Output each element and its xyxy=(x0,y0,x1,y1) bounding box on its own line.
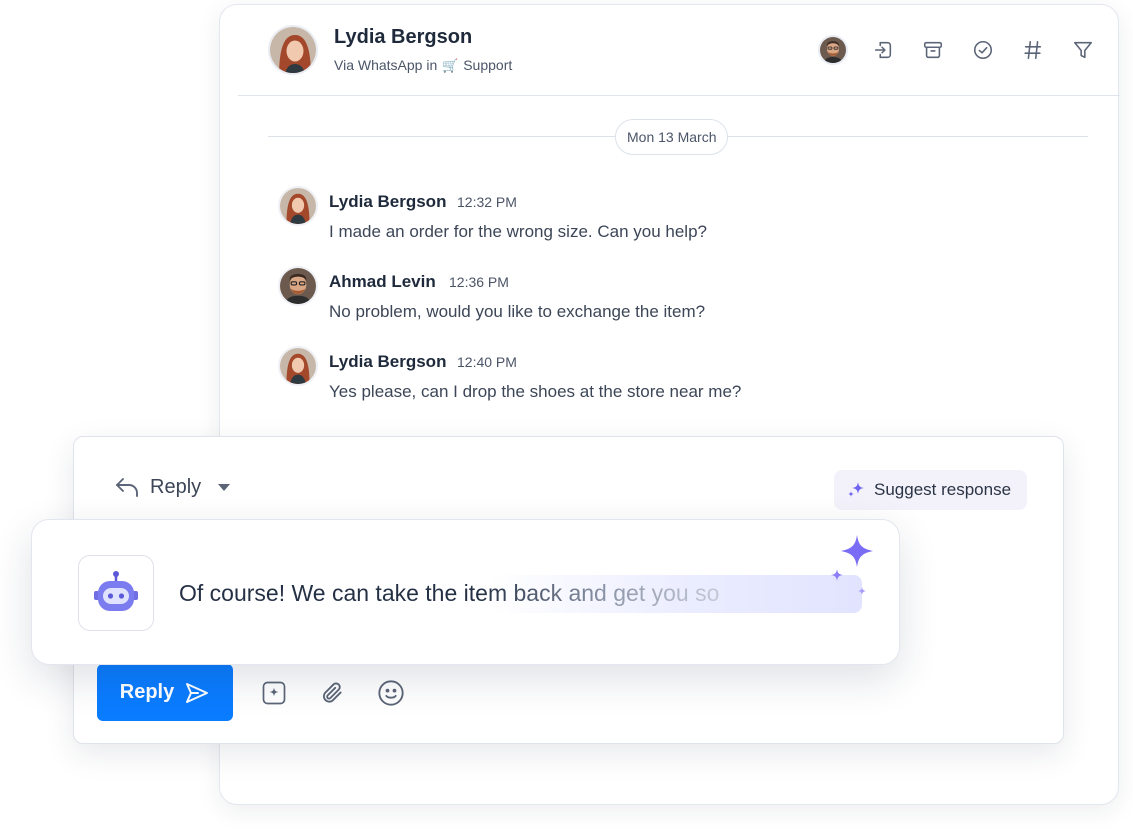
reply-mode-label: Reply xyxy=(150,475,202,498)
message-text: Yes please, can I drop the shoes at the … xyxy=(329,382,742,401)
ai-suggestion-card[interactable]: Of course! We can take the item back and… xyxy=(31,519,900,665)
message-text: No problem, would you like to exchange t… xyxy=(329,302,706,321)
ai-compose-icon[interactable] xyxy=(260,679,288,707)
contact-name: Lydia Bergson xyxy=(334,26,473,48)
stage: Lydia Bergson Via WhatsApp in 🛒 Support xyxy=(0,0,1133,831)
send-reply-button[interactable]: Reply xyxy=(97,664,233,721)
message-time: 12:36 PM xyxy=(449,274,509,290)
chevron-down-icon xyxy=(218,484,231,491)
reply-mode-dropdown[interactable]: Reply xyxy=(114,475,231,499)
sparkle-icon xyxy=(848,482,864,497)
suggest-response-button[interactable]: Suggest response xyxy=(834,470,1028,510)
ai-suggestion-text-area[interactable]: Of course! We can take the item back and… xyxy=(179,575,862,615)
filter-icon[interactable] xyxy=(1068,35,1098,65)
tag-icon[interactable] xyxy=(1018,35,1048,65)
message-author: Lydia Bergson xyxy=(329,352,447,371)
message-item: Lydia Bergson 12:40 PM Yes please, can I… xyxy=(278,346,978,406)
sparkle-icon xyxy=(831,535,873,595)
message-time: 12:32 PM xyxy=(457,194,517,210)
move-icon[interactable] xyxy=(868,35,898,65)
archive-icon[interactable] xyxy=(918,35,948,65)
cart-icon: 🛒 xyxy=(442,58,459,73)
suggest-response-label: Suggest response xyxy=(874,480,1012,499)
assignee-avatar xyxy=(818,35,848,65)
ai-suggestion-text: Of course! We can take the item back and… xyxy=(179,575,862,611)
message-avatar xyxy=(278,186,318,226)
emoji-icon[interactable] xyxy=(377,679,405,707)
message-text: I made an order for the wrong size. Can … xyxy=(329,222,707,241)
message-author: Lydia Bergson xyxy=(329,192,447,211)
send-reply-label: Reply xyxy=(119,681,175,703)
contact-avatar[interactable] xyxy=(268,25,318,75)
conversation-header: Lydia Bergson Via WhatsApp in 🛒 Support xyxy=(238,5,1120,96)
channel-info: Via WhatsApp in 🛒 Support xyxy=(334,57,512,74)
message-item: Ahmad Levin 12:36 PM No problem, would y… xyxy=(278,266,978,326)
message-time: 12:40 PM xyxy=(457,354,517,370)
send-icon xyxy=(186,682,209,703)
message-avatar xyxy=(278,346,318,386)
message-item: Lydia Bergson 12:32 PM I made an order f… xyxy=(278,186,978,246)
header-actions xyxy=(818,35,1098,65)
assignee-avatar-button[interactable] xyxy=(818,35,848,65)
inbox-name[interactable]: Support xyxy=(463,57,512,73)
attachment-icon[interactable] xyxy=(318,679,346,707)
reply-arrow-icon xyxy=(116,478,138,497)
resolve-icon[interactable] xyxy=(968,35,998,65)
bot-avatar xyxy=(78,555,154,631)
message-avatar xyxy=(278,266,318,306)
date-separator: Mon 13 March xyxy=(268,119,1088,155)
robot-icon xyxy=(94,571,138,611)
channel-prefix: Via WhatsApp in xyxy=(334,57,438,73)
date-pill: Mon 13 March xyxy=(615,119,729,155)
message-author: Ahmad Levin xyxy=(329,272,436,291)
